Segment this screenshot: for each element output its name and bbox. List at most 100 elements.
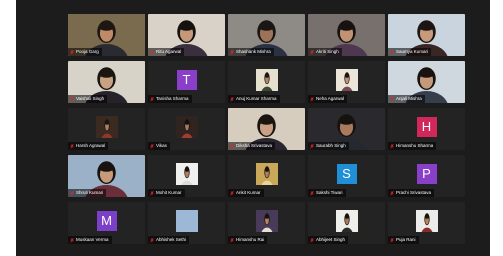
participant-name: Anjali Mishra bbox=[396, 96, 422, 101]
participant-tile[interactable]: Saurabh Singh bbox=[308, 108, 385, 150]
participant-tile[interactable]: H Himanshu Sharma bbox=[388, 108, 465, 150]
participant-name: Himanshu Rai bbox=[236, 237, 265, 242]
mic-off-icon bbox=[390, 143, 394, 149]
mic-off-icon bbox=[70, 143, 74, 149]
mic-off-icon bbox=[310, 143, 314, 149]
avatar bbox=[175, 162, 198, 185]
participant-name: Saumya Kumari bbox=[396, 49, 429, 54]
mic-off-icon bbox=[230, 49, 234, 55]
participant-name-bar: Shashank Mishra bbox=[228, 48, 274, 56]
mic-off-icon bbox=[150, 96, 154, 102]
participant-video bbox=[175, 115, 198, 138]
participant-video bbox=[95, 115, 118, 138]
participant-tile[interactable]: Abhijeet Singh bbox=[308, 202, 385, 244]
mic-off-icon bbox=[70, 190, 74, 196]
participant-video bbox=[335, 209, 358, 232]
participant-name: Akriti Singh bbox=[316, 49, 339, 54]
avatar bbox=[335, 209, 358, 232]
participant-tile[interactable]: Puja Rani bbox=[388, 202, 465, 244]
participant-name-bar: Prachi Srivastava bbox=[388, 189, 435, 197]
mic-off-icon bbox=[230, 143, 234, 149]
participant-tile[interactable]: Akriti Singh bbox=[308, 14, 385, 56]
participant-gallery: Pooja Garg Ritu Agarwal Shashank Mishra Akr… bbox=[68, 14, 465, 244]
participant-name: Ankit Kumar bbox=[236, 190, 261, 195]
participant-tile[interactable]: Harsh Agrawal bbox=[68, 108, 145, 150]
participant-name-bar: Diksha Srivastava bbox=[228, 142, 276, 150]
participant-name-bar: Sakshi Tiwari bbox=[308, 189, 346, 197]
participant-tile[interactable]: Anuj Kumar Sharma bbox=[228, 61, 305, 103]
mic-off-icon bbox=[390, 49, 394, 55]
participant-tile[interactable]: M Muskaan Verma bbox=[68, 202, 145, 244]
participant-tile[interactable]: Anjali Mishra bbox=[388, 61, 465, 103]
participant-name: Shruti Kumari bbox=[76, 190, 104, 195]
participant-name: Vaishali Singh bbox=[76, 96, 105, 101]
participant-name-bar: Pooja Garg bbox=[68, 48, 102, 56]
participant-tile[interactable]: T Tanisha Sharma bbox=[148, 61, 225, 103]
participant-name: Ritu Agarwal bbox=[156, 49, 182, 54]
participant-tile[interactable]: Ritu Agarwal bbox=[148, 14, 225, 56]
mic-off-icon bbox=[310, 49, 314, 55]
participant-name-bar: Vikas bbox=[148, 142, 170, 150]
avatar-initial: T bbox=[176, 69, 197, 90]
avatar bbox=[175, 209, 198, 232]
participant-video bbox=[175, 162, 198, 185]
participant-video bbox=[255, 68, 278, 91]
participant-name-bar: Ritu Agarwal bbox=[148, 48, 185, 56]
participant-name-bar: Puja Rani bbox=[388, 236, 419, 244]
avatar bbox=[255, 162, 278, 185]
mic-off-icon bbox=[390, 237, 394, 243]
avatar bbox=[415, 209, 438, 232]
avatar bbox=[335, 68, 358, 91]
participant-video bbox=[175, 209, 198, 232]
participant-tile[interactable]: S Sakshi Tiwari bbox=[308, 155, 385, 197]
participant-name: Anuj Kumar Sharma bbox=[236, 96, 277, 101]
mic-off-icon bbox=[150, 190, 154, 196]
avatar-initial: H bbox=[416, 116, 437, 137]
participant-name-bar: Himanshu Rai bbox=[228, 236, 268, 244]
participant-name: Abhishek Sethi bbox=[156, 237, 187, 242]
participant-name: Diksha Srivastava bbox=[236, 143, 273, 148]
participant-tile[interactable]: Ankit Kumar bbox=[228, 155, 305, 197]
participant-name: Puja Rani bbox=[396, 237, 416, 242]
mic-off-icon bbox=[150, 143, 154, 149]
participant-name: Saurabh Singh bbox=[316, 143, 346, 148]
participant-name-bar: Akriti Singh bbox=[308, 48, 342, 56]
participant-name: Prachi Srivastava bbox=[396, 190, 432, 195]
participant-name: Vikas bbox=[156, 143, 167, 148]
avatar bbox=[175, 115, 198, 138]
avatar-initial: M bbox=[96, 210, 117, 231]
participant-name-bar: Mohit Kumar bbox=[148, 189, 185, 197]
participant-tile[interactable]: Vaishali Singh bbox=[68, 61, 145, 103]
mic-off-icon bbox=[310, 237, 314, 243]
mic-off-icon bbox=[310, 190, 314, 196]
participant-tile[interactable]: Shashank Mishra bbox=[228, 14, 305, 56]
mic-off-icon bbox=[390, 96, 394, 102]
participant-tile[interactable]: Saumya Kumari bbox=[388, 14, 465, 56]
participant-name-bar: Muskaan Verma bbox=[68, 236, 112, 244]
participant-video bbox=[255, 209, 278, 232]
participant-video bbox=[335, 68, 358, 91]
mic-off-icon bbox=[230, 190, 234, 196]
participant-name-bar: Abhishek Sethi bbox=[148, 236, 190, 244]
participant-video bbox=[415, 209, 438, 232]
participant-tile[interactable]: Vikas bbox=[148, 108, 225, 150]
participant-tile[interactable]: Neha Agarwal bbox=[308, 61, 385, 103]
participant-tile[interactable]: Shruti Kumari bbox=[68, 155, 145, 197]
participant-tile[interactable]: Himanshu Rai bbox=[228, 202, 305, 244]
participant-name-bar: Abhijeet Singh bbox=[308, 236, 349, 244]
avatar-initial: P bbox=[416, 163, 437, 184]
participant-name: Neha Agarwal bbox=[316, 96, 345, 101]
participant-tile[interactable]: Diksha Srivastava bbox=[228, 108, 305, 150]
participant-name: Harsh Agrawal bbox=[76, 143, 106, 148]
participant-tile[interactable]: Pooja Garg bbox=[68, 14, 145, 56]
participant-name-bar: Saurabh Singh bbox=[308, 142, 349, 150]
participant-tile[interactable]: P Prachi Srivastava bbox=[388, 155, 465, 197]
participant-tile[interactable]: Abhishek Sethi bbox=[148, 202, 225, 244]
participant-name-bar: Vaishali Singh bbox=[68, 95, 108, 103]
video-conference-stage: Pooja Garg Ritu Agarwal Shashank Mishra Akr… bbox=[16, 0, 490, 256]
participant-name-bar: Shruti Kumari bbox=[68, 189, 107, 197]
participant-tile[interactable]: Mohit Kumar bbox=[148, 155, 225, 197]
mic-off-icon bbox=[150, 237, 154, 243]
mic-off-icon bbox=[70, 96, 74, 102]
avatar-initial: S bbox=[336, 163, 357, 184]
